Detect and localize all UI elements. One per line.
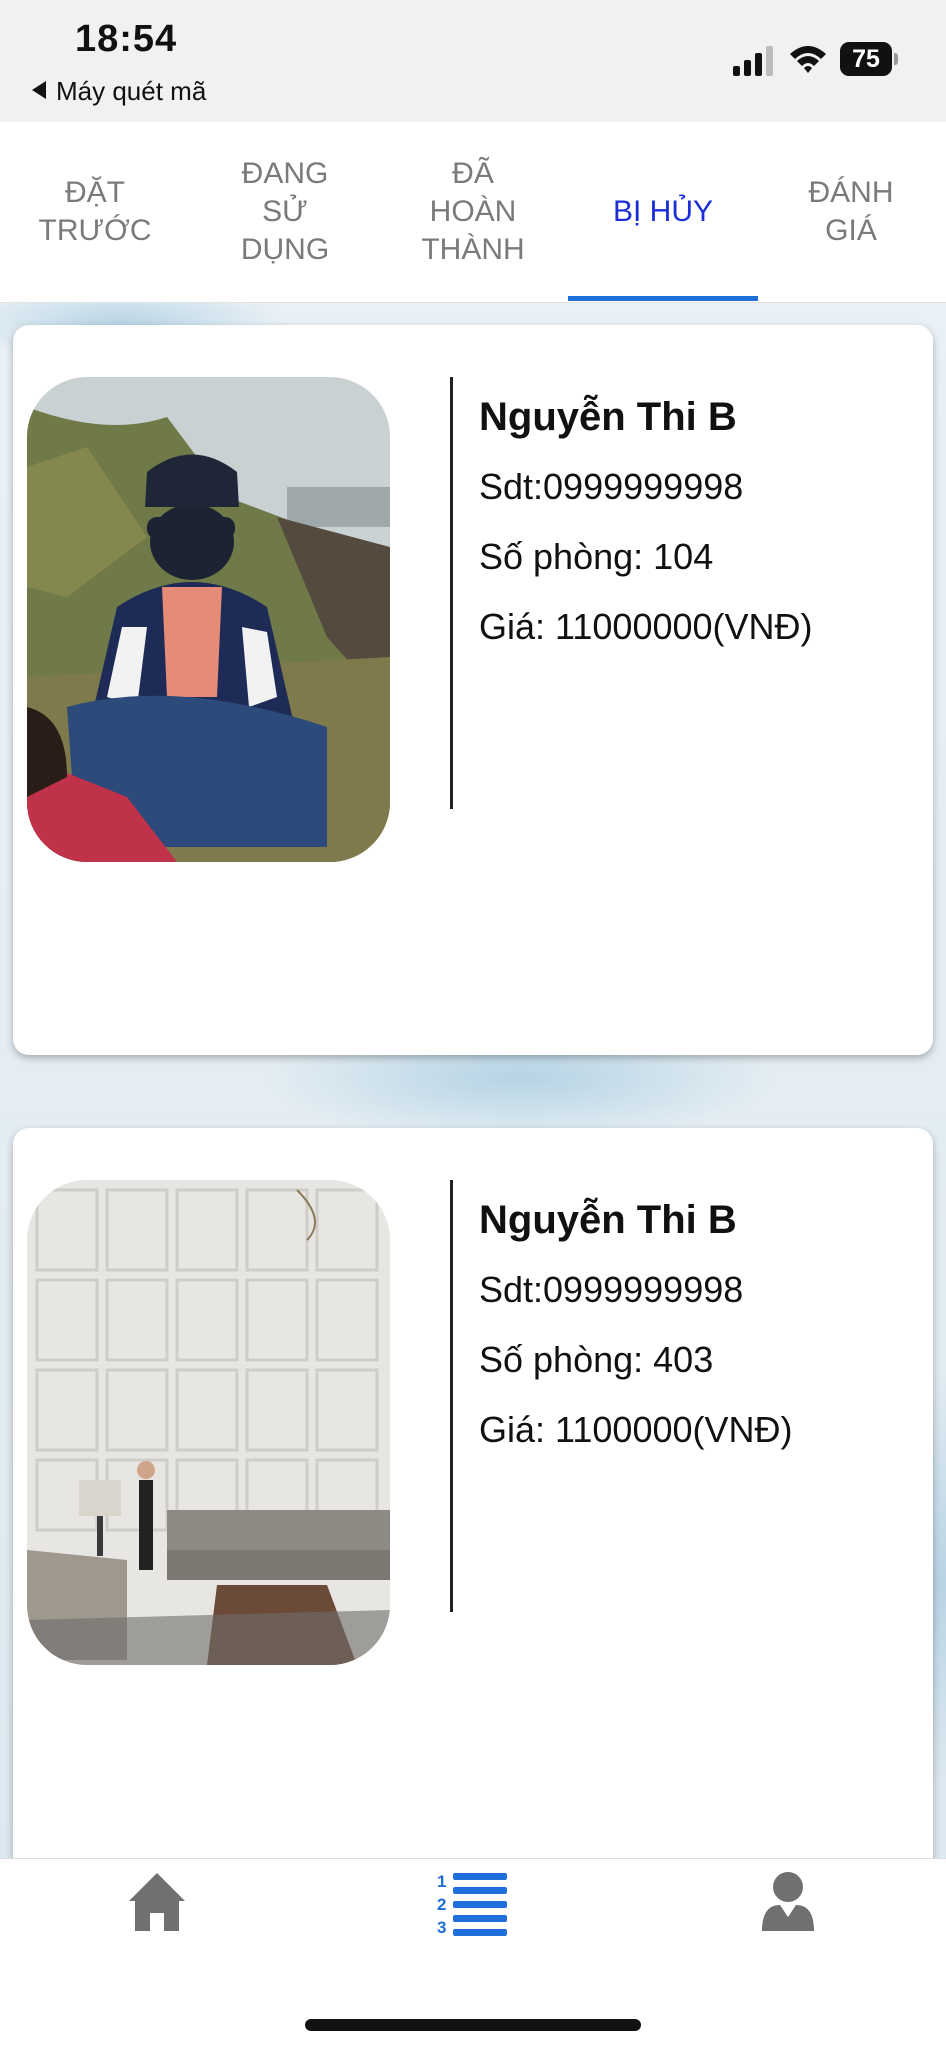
card-divider xyxy=(450,377,453,809)
booking-card[interactable]: FILA Nguyễn Thi B Sdt:0999999998 Số phòn… xyxy=(13,325,933,1055)
back-arrow-icon xyxy=(32,81,46,99)
user-icon[interactable] xyxy=(760,1871,816,1933)
svg-text:1: 1 xyxy=(437,1872,446,1891)
status-bar: 18:54 Máy quét mã 75 xyxy=(0,0,946,122)
home-icon[interactable] xyxy=(127,1871,187,1933)
guest-name: Nguyễn Thi B xyxy=(479,395,737,439)
card-divider xyxy=(450,1180,453,1612)
bottom-navigation: 1 2 3 xyxy=(0,1858,946,2049)
back-app-label: Máy quét mã xyxy=(56,76,207,106)
booking-price: Giá: 1100000(VNĐ) xyxy=(479,1409,793,1450)
home-indicator-bar xyxy=(305,2019,641,2031)
booking-price: Giá: 11000000(VNĐ) xyxy=(479,606,813,647)
battery-level: 75 xyxy=(852,45,880,73)
numbered-list-icon[interactable]: 1 2 3 xyxy=(435,1869,509,1937)
tab-danh-gia[interactable]: ĐÁNH GIÁ xyxy=(756,122,946,302)
booking-card[interactable]: Nguyễn Thi B Sdt:0999999998 Số phòng: 40… xyxy=(13,1128,933,1858)
guest-photo: FILA xyxy=(27,377,390,862)
svg-text:2: 2 xyxy=(437,1895,446,1914)
room-number: Số phòng: 403 xyxy=(479,1339,714,1380)
person-outdoor-photo: FILA xyxy=(27,377,390,862)
svg-text:3: 3 xyxy=(437,1918,446,1937)
booking-status-tabs: ĐẶT TRƯỚC ĐANG SỬ DỤNG ĐÃ HOÀN THÀNH BỊ … xyxy=(0,122,946,303)
signal-icon xyxy=(733,46,773,76)
booking-list[interactable]: FILA Nguyễn Thi B Sdt:0999999998 Số phòn… xyxy=(0,303,946,1858)
room-photo xyxy=(27,1180,390,1665)
back-to-app-link[interactable]: Máy quét mã xyxy=(32,76,206,107)
guest-phone: Sdt:0999999998 xyxy=(479,1269,744,1310)
battery-icon: 75 xyxy=(840,42,898,76)
active-tab-indicator xyxy=(568,296,758,301)
tab-dat-truoc[interactable]: ĐẶT TRƯỚC xyxy=(0,122,190,302)
tab-bi-huy[interactable]: BỊ HỦY xyxy=(568,122,758,302)
booking-info: Nguyễn Thi B Sdt:0999999998 Số phòng: 10… xyxy=(479,395,919,676)
booking-info: Nguyễn Thi B Sdt:0999999998 Số phòng: 40… xyxy=(479,1198,919,1479)
tab-dang-su-dung[interactable]: ĐANG SỬ DỤNG xyxy=(190,122,380,302)
wifi-icon xyxy=(790,46,826,73)
tab-da-hoan-thanh[interactable]: ĐÃ HOÀN THÀNH xyxy=(378,122,568,302)
guest-name: Nguyễn Thi B xyxy=(479,1198,737,1242)
guest-phone: Sdt:0999999998 xyxy=(479,466,744,507)
hotel-room-photo xyxy=(27,1180,390,1665)
room-number: Số phòng: 104 xyxy=(479,536,714,577)
status-time: 18:54 xyxy=(75,18,178,60)
